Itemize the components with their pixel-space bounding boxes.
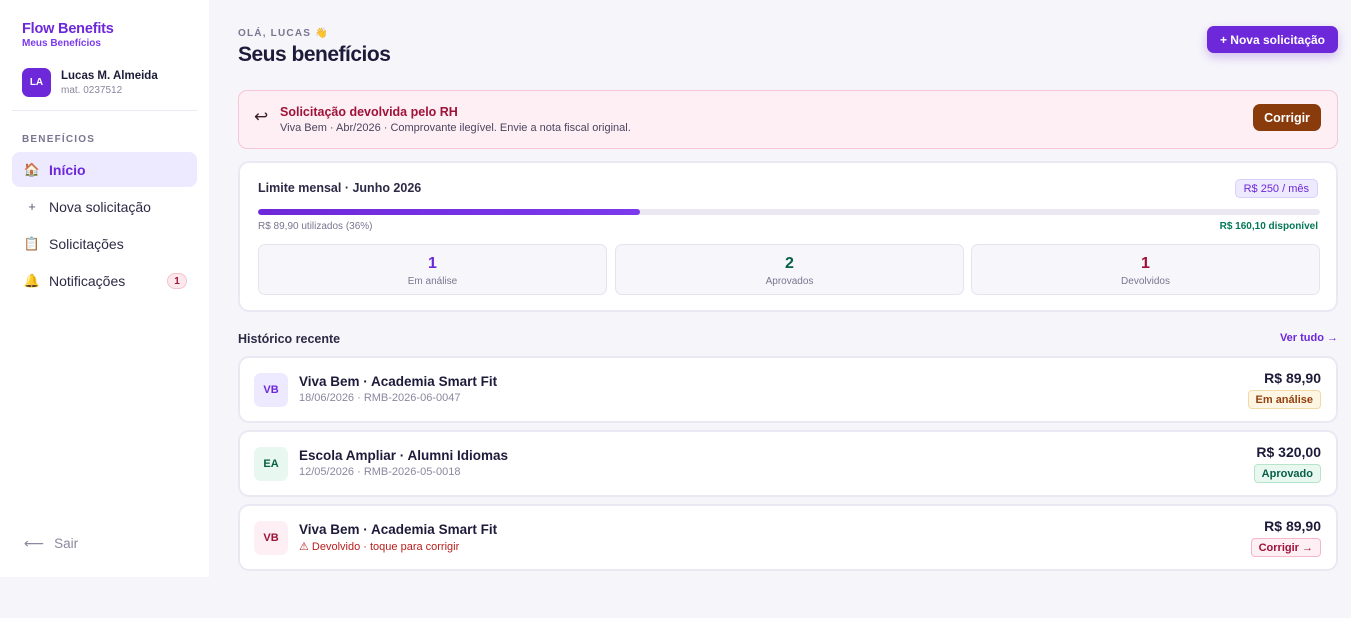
stat-aprovados: 2 Aprovados (615, 244, 964, 295)
sidebar-item-solicitacoes[interactable]: 📋 Solicitações (12, 226, 197, 261)
sidebar-item-label: Nova solicitação (49, 198, 151, 215)
clipboard-icon: 📋 (23, 235, 41, 251)
stat-devolvidos: 1 Devolvidos (971, 244, 1320, 295)
stat-value: 1 (428, 255, 437, 272)
fix-link-badge[interactable]: Corrigir → (1250, 538, 1321, 557)
provider-avatar: VB (254, 373, 288, 407)
logout-button[interactable]: ⟵ Sair (24, 535, 78, 552)
row-subtitle: ⚠ Devolvido · toque para corrigir (299, 541, 460, 553)
sidebar-item-label: Notificações (49, 272, 126, 289)
history-title: Histórico recente (238, 332, 341, 346)
user-profile: LA Lucas M. Almeida mat. 0237512 (22, 68, 158, 97)
provider-avatar: VB (254, 521, 288, 555)
row-title: Escola Ampliar · Alumni Idiomas (299, 448, 509, 463)
logout-label: Sair (54, 536, 79, 551)
sidebar-nav: 🏠 Início + Nova solicitação 📋 Solicitaçõ… (12, 152, 197, 300)
brand-title: Flow Benefits (22, 21, 114, 37)
stat-label: Aprovados (765, 276, 814, 287)
alert-text: Viva Bem · Abr/2026 · Comprovante ilegív… (280, 122, 631, 134)
plus-icon: + (28, 199, 36, 214)
provider-avatar: EA (254, 447, 288, 481)
row-title: Viva Bem · Academia Smart Fit (299, 374, 498, 389)
row-amount: R$ 320,00 (1256, 444, 1321, 460)
avatar: LA (22, 68, 51, 97)
return-arrow-icon: ↩ (254, 107, 269, 126)
sidebar-item-nova-solicitacao[interactable]: + Nova solicitação (12, 189, 197, 224)
row-subtitle: 18/06/2026 · RMB-2026-06-0047 (299, 392, 461, 404)
bell-icon: 🔔 (23, 272, 41, 288)
stat-value: 1 (1141, 255, 1150, 272)
stat-label: Em análise (407, 276, 458, 287)
user-registration: mat. 0237512 (61, 84, 123, 96)
home-icon: 🏠 (23, 161, 41, 177)
stat-value: 2 (785, 255, 794, 272)
new-request-button[interactable]: + Nova solicitação (1207, 26, 1338, 53)
available-amount: R$ 160,10 disponível (1219, 221, 1318, 232)
sidebar: Flow Benefits Meus Benefícios LA Lucas M… (0, 0, 209, 577)
used-amount: R$ 89,90 utilizados (36%) (258, 221, 373, 232)
limit-badge: R$ 250 / mês (1234, 179, 1318, 198)
returned-request-alert: ↩ Solicitação devolvida pelo RH Viva Bem… (238, 90, 1338, 149)
sidebar-item-notificacoes[interactable]: 🔔 Notificações 1 (12, 263, 197, 298)
stat-em-analise: 1 Em análise (258, 244, 607, 295)
notification-count-badge: 1 (167, 273, 187, 289)
see-all-link[interactable]: Ver tudo → (1280, 332, 1338, 344)
sidebar-item-label: Solicitações (49, 235, 124, 252)
status-badge: Em análise (1247, 390, 1321, 409)
usage-progress-fill (258, 209, 641, 215)
page-title: Seus benefícios (238, 43, 391, 66)
row-amount: R$ 89,90 (1264, 370, 1321, 386)
stat-label: Devolvidos (1121, 276, 1170, 287)
history-row[interactable]: VB Viva Bem · Academia Smart Fit ⚠ Devol… (238, 504, 1338, 571)
row-title: Viva Bem · Academia Smart Fit (299, 522, 498, 537)
greeting: OLÁ, LUCAS 👋 (238, 28, 329, 39)
brand: Flow Benefits Meus Benefícios (22, 21, 114, 49)
monthly-limit-card: Limite mensal · Junho 2026 R$ 250 / mês … (238, 161, 1338, 312)
status-badge: Aprovado (1253, 464, 1321, 483)
alert-title: Solicitação devolvida pelo RH (280, 105, 458, 119)
row-amount: R$ 89,90 (1264, 518, 1321, 534)
section-label: BENEFÍCIOS (22, 134, 96, 145)
sidebar-item-inicio[interactable]: 🏠 Início (12, 152, 197, 187)
history-row[interactable]: VB Viva Bem · Academia Smart Fit 18/06/2… (238, 356, 1338, 423)
sidebar-divider (12, 110, 197, 111)
history-row[interactable]: EA Escola Ampliar · Alumni Idiomas 12/05… (238, 430, 1338, 497)
limit-title: Limite mensal · Junho 2026 (258, 181, 422, 195)
row-subtitle: 12/05/2026 · RMB-2026-05-0018 (299, 466, 461, 478)
user-name: Lucas M. Almeida (61, 69, 158, 82)
arrow-left-icon: ⟵ (24, 535, 45, 551)
brand-subtitle: Meus Benefícios (22, 38, 101, 49)
usage-progress-bar (258, 209, 1320, 215)
fix-button[interactable]: Corrigir (1253, 104, 1321, 131)
sidebar-item-label: Início (49, 161, 86, 178)
